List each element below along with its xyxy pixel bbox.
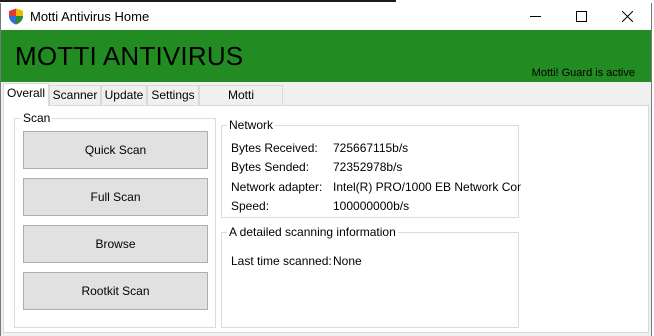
scan-group-title: Scan bbox=[21, 111, 53, 125]
app-window: Motti Antivirus Home MOTTI ANTIVIRUS Mot… bbox=[0, 3, 652, 336]
network-adapter-label: Network adapter: bbox=[231, 180, 323, 194]
overall-tab-panel: Scan Quick Scan Full Scan Browse Rootkit… bbox=[3, 105, 649, 333]
tab-scanner[interactable]: Scanner bbox=[49, 85, 101, 105]
bytes-received-value: 725667115b/s bbox=[333, 141, 409, 155]
network-group-title: Network bbox=[227, 118, 276, 132]
tab-overall[interactable]: Overall bbox=[3, 83, 49, 106]
last-scanned-value: None bbox=[333, 254, 362, 268]
browse-button[interactable]: Browse bbox=[23, 225, 208, 263]
maximize-button[interactable] bbox=[558, 3, 604, 30]
title-bar[interactable]: Motti Antivirus Home bbox=[1, 3, 651, 30]
minimize-button[interactable] bbox=[512, 3, 558, 30]
bytes-received-label: Bytes Received: bbox=[231, 141, 318, 155]
speed-label: Speed: bbox=[231, 199, 270, 213]
last-scanned-label: Last time scanned: bbox=[231, 254, 332, 268]
quick-scan-button[interactable]: Quick Scan bbox=[23, 131, 208, 169]
close-button[interactable] bbox=[604, 3, 650, 30]
tab-settings[interactable]: Settings bbox=[147, 85, 199, 105]
minimize-icon bbox=[529, 11, 541, 22]
window-title: Motti Antivirus Home bbox=[30, 9, 150, 24]
guard-status: Motti! Guard is active bbox=[531, 67, 635, 79]
maximize-icon bbox=[575, 11, 587, 22]
speed-value: 100000000b/s bbox=[333, 199, 410, 213]
tab-motti-exclusives[interactable]: Motti Exclusives bbox=[199, 85, 283, 121]
bytes-sended-value: 72352978b/s bbox=[333, 160, 403, 174]
header-banner: MOTTI ANTIVIRUS Motti! Guard is active bbox=[1, 30, 651, 82]
full-scan-button[interactable]: Full Scan bbox=[23, 178, 208, 216]
app-name: MOTTI ANTIVIRUS bbox=[15, 41, 244, 71]
shield-icon bbox=[8, 8, 24, 25]
tab-update[interactable]: Update bbox=[101, 85, 147, 105]
network-adapter-value: Intel(R) PRO/1000 EB Network Connection bbox=[333, 180, 521, 194]
rootkit-scan-button[interactable]: Rootkit Scan bbox=[23, 272, 208, 310]
bytes-sended-label: Bytes Sended: bbox=[231, 160, 310, 174]
scan-details-group: A detailed scanning information bbox=[221, 225, 519, 328]
scan-details-title: A detailed scanning information bbox=[227, 225, 398, 239]
close-icon bbox=[621, 11, 633, 22]
